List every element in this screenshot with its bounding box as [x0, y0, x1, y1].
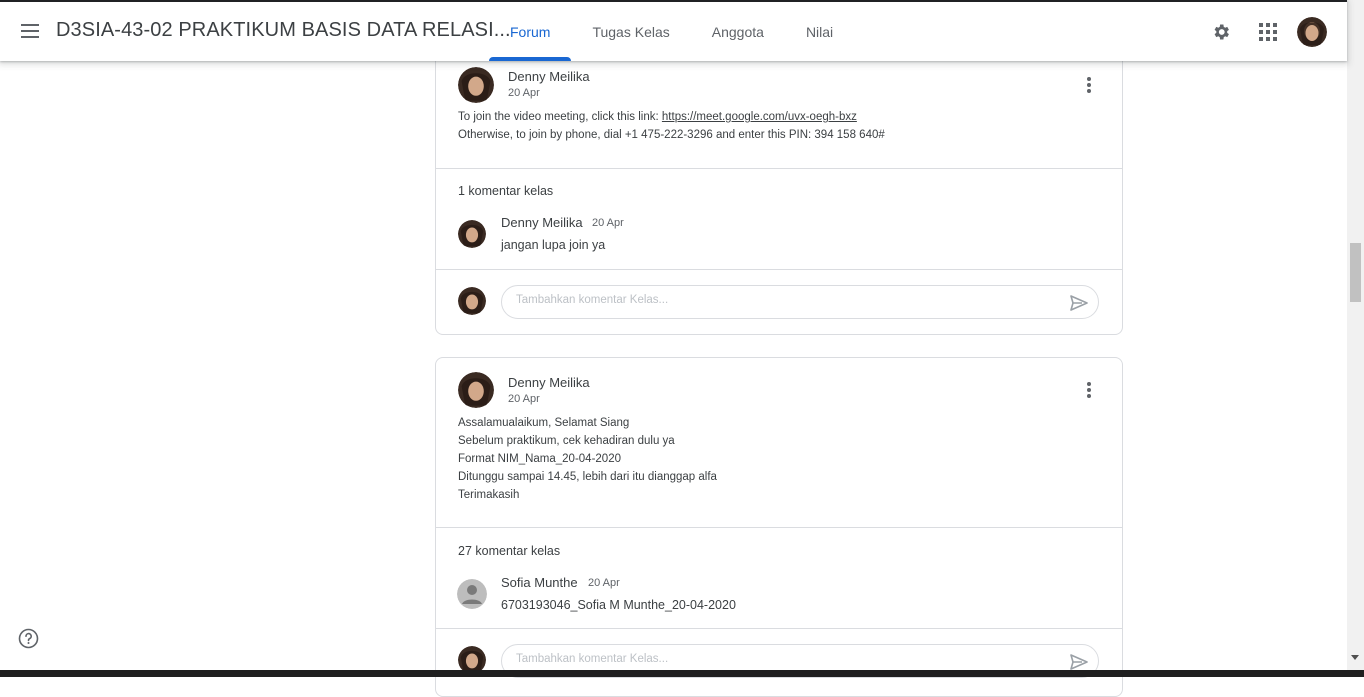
- tab-anggota[interactable]: Anggota: [691, 2, 785, 61]
- page-scrollbar[interactable]: [1347, 0, 1364, 670]
- divider: [436, 168, 1122, 169]
- comment-author: Denny Meilika: [501, 215, 583, 230]
- post-body-line: Format NIM_Nama_20-04-2020: [458, 453, 621, 465]
- post-body-line: Terimakasih: [458, 489, 520, 501]
- post-card: Denny Meilika 20 Apr To join the video m…: [435, 20, 1123, 335]
- gear-icon[interactable]: [1203, 14, 1239, 50]
- more-vert-icon[interactable]: [1077, 378, 1101, 402]
- post-date: 20 Apr: [508, 393, 540, 405]
- post-body-line: Sebelum praktikum, cek kehadiran dulu ya: [458, 435, 675, 447]
- post-card: Denny Meilika 20 Apr Assalamualaikum, Se…: [435, 357, 1123, 697]
- help-icon[interactable]: [18, 628, 39, 649]
- divider: [436, 527, 1122, 528]
- post-author: Denny Meilika: [508, 69, 590, 84]
- comment-date: 20 Apr: [588, 577, 620, 589]
- comment-text: jangan lupa join ya: [501, 238, 606, 252]
- scrollbar-thumb[interactable]: [1350, 243, 1361, 302]
- scroll-down-arrow-icon[interactable]: [1351, 655, 1359, 660]
- comment-date: 20 Apr: [592, 217, 624, 229]
- comment-input[interactable]: [516, 294, 1056, 306]
- commenter-avatar: [458, 220, 486, 248]
- more-vert-icon[interactable]: [1077, 73, 1101, 97]
- meet-link[interactable]: https://meet.google.com/uvx-oegh-bxz: [662, 111, 857, 123]
- account-avatar[interactable]: [1297, 17, 1327, 47]
- comment-author: Sofia Munthe: [501, 575, 578, 590]
- author-avatar: [458, 372, 494, 408]
- menu-icon[interactable]: [14, 15, 46, 47]
- comment-input-box[interactable]: [501, 285, 1099, 319]
- top-app-bar: D3SIA-43-02 PRAKTIKUM BASIS DATA RELASI.…: [0, 0, 1347, 61]
- tab-nilai[interactable]: Nilai: [785, 2, 854, 61]
- divider: [436, 628, 1122, 629]
- tab-tugas-kelas[interactable]: Tugas Kelas: [571, 2, 690, 61]
- apps-grid-icon[interactable]: [1250, 14, 1286, 50]
- comment-input[interactable]: [516, 653, 1056, 665]
- divider: [436, 269, 1122, 270]
- post-body-line: To join the video meeting, click this li…: [458, 111, 857, 123]
- default-avatar-icon: [457, 579, 487, 609]
- post-body-line: Ditunggu sampai 14.45, lebih dari itu di…: [458, 471, 717, 483]
- current-user-avatar: [458, 287, 486, 315]
- post-author: Denny Meilika: [508, 375, 590, 390]
- post-text: To join the video meeting, click this li…: [458, 111, 662, 123]
- post-date: 20 Apr: [508, 87, 540, 99]
- os-taskbar: [0, 670, 1364, 677]
- comments-count[interactable]: 27 komentar kelas: [458, 544, 560, 558]
- post-body-line: Assalamualaikum, Selamat Siang: [458, 417, 630, 429]
- class-title[interactable]: D3SIA-43-02 PRAKTIKUM BASIS DATA RELASI.…: [56, 19, 511, 42]
- send-icon[interactable]: [1068, 292, 1090, 314]
- tab-forum[interactable]: Forum: [489, 2, 572, 61]
- class-tabs: Forum Tugas Kelas Anggota Nilai: [489, 2, 854, 61]
- comment-text: 6703193046_Sofia M Munthe_20-04-2020: [501, 598, 736, 612]
- author-avatar: [458, 67, 494, 103]
- comments-count[interactable]: 1 komentar kelas: [458, 184, 553, 198]
- post-body-line: Otherwise, to join by phone, dial +1 475…: [458, 129, 885, 141]
